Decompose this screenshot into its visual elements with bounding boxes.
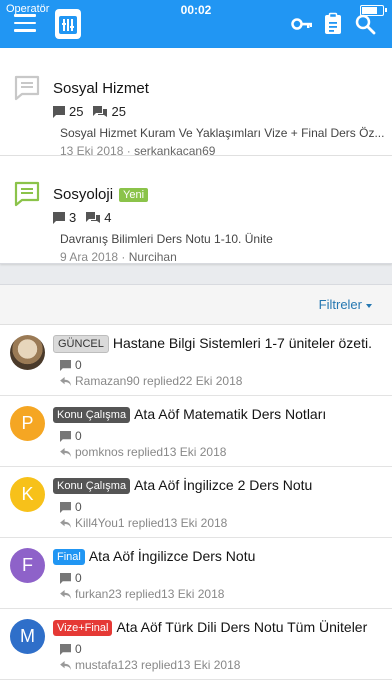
last-thread-title[interactable]: Sosyal Hizmet Kuram Ve Yaklaşımları Vize… — [60, 126, 385, 140]
last-reply: pomknos replied13 Eki 2018 — [60, 445, 226, 459]
thread-title-text[interactable]: Ata Aöf Türk Dili Ders Notu Tüm Üniteler — [116, 619, 367, 635]
reply-count-value: 0 — [75, 500, 82, 514]
reply-arrow-icon — [60, 518, 71, 528]
thread-title-text[interactable]: Hastane Bilgi Sistemleri 1-7 üniteler öz… — [113, 335, 372, 351]
avatar[interactable]: M — [10, 619, 45, 654]
avatar[interactable]: P — [10, 406, 45, 441]
last-reply: mustafa123 replied13 Eki 2018 — [60, 658, 240, 672]
last-reply: Ramazan90 replied22 Eki 2018 — [60, 374, 242, 388]
new-badge: Yeni — [119, 187, 149, 202]
discussion-count: 3 — [69, 210, 77, 225]
thread-row[interactable]: P Konu Çalışma Ata Aöf Matematik Ders Notl… — [0, 396, 392, 467]
last-reply-text[interactable]: pomknos replied13 Eki 2018 — [75, 445, 226, 459]
last-post-user[interactable]: Nurcihan — [129, 250, 177, 264]
thread-title[interactable]: Vize+Final Ata Aöf Türk Dili Ders Notu Tü… — [53, 619, 388, 636]
thread-title-text[interactable]: Ata Aöf Matematik Ders Notları — [134, 406, 326, 422]
forum-unread-icon — [13, 180, 41, 213]
clipboard-icon[interactable] — [321, 12, 345, 36]
message-count: 4 — [104, 210, 112, 225]
last-reply: furkan23 replied13 Eki 2018 — [60, 587, 224, 601]
filter-bar: Filtreler — [0, 285, 392, 325]
messages-icon — [86, 211, 101, 223]
thread-prefix-badge: Konu Çalışma — [53, 478, 131, 494]
reply-count: 0 — [60, 571, 82, 585]
app-logo-icon[interactable] — [55, 9, 81, 39]
reply-arrow-icon — [60, 376, 71, 386]
forum-node-sosyal-hizmet[interactable]: Sosyal Hizmet 25 25 Sosyal Hizmet Kuram … — [0, 56, 392, 158]
key-icon[interactable] — [290, 12, 314, 36]
thread-prefix-badge: Vize+Final — [53, 620, 113, 636]
comment-icon — [60, 501, 71, 513]
thread-list-panel: Filtreler GÜNCEL Hastane Bilgi Sistemleri… — [0, 284, 392, 696]
search-icon[interactable] — [353, 12, 377, 36]
last-post-meta: 13 Eki 2018 · serkankacan69 — [60, 144, 216, 158]
forum-nodes-panel: Sosyal Hizmet 25 25 Sosyal Hizmet Kuram … — [0, 48, 392, 264]
message-count: 25 — [111, 104, 126, 119]
node-title-row: Sosyoloji Yeni — [53, 186, 149, 203]
filters-button[interactable]: Filtreler — [319, 297, 372, 312]
comment-icon — [60, 643, 71, 655]
thread-title-text[interactable]: Ata Aöf İngilizce 2 Ders Notu — [134, 477, 312, 493]
last-reply-text[interactable]: furkan23 replied13 Eki 2018 — [75, 587, 224, 601]
thread-prefix-badge: GÜNCEL — [53, 335, 109, 353]
reply-count-value: 0 — [75, 429, 82, 443]
last-reply: Kill4You1 replied13 Eki 2018 — [60, 516, 227, 530]
reply-count: 0 — [60, 358, 82, 372]
reply-count: 0 — [60, 500, 82, 514]
thread-title-text[interactable]: Ata Aöf İngilizce Ders Notu — [89, 548, 256, 564]
reply-count-value: 0 — [75, 358, 82, 372]
menu-icon[interactable] — [14, 14, 36, 32]
reply-count-value: 0 — [75, 571, 82, 585]
forum-node-sosyoloji[interactable]: Sosyoloji Yeni 3 4 Davranış Bilimleri De… — [0, 162, 392, 264]
thread-row[interactable]: K Konu Çalışma Ata Aöf İngilizce 2 Ders No… — [0, 467, 392, 538]
last-reply-text[interactable]: Kill4You1 replied13 Eki 2018 — [75, 516, 227, 530]
last-thread-title[interactable]: Davranış Bilimleri Ders Notu 1-10. Ünite — [60, 232, 385, 246]
comment-icon — [60, 572, 71, 584]
avatar[interactable]: F — [10, 548, 45, 583]
last-post-meta: 9 Ara 2018 · Nurcihan — [60, 250, 177, 264]
reply-count: 0 — [60, 642, 82, 656]
thread-prefix-badge: Final — [53, 549, 85, 565]
comment-icon — [60, 430, 71, 442]
avatar[interactable] — [10, 335, 45, 370]
last-post-date: 13 Eki 2018 — [60, 144, 124, 158]
thread-row[interactable]: F Final Ata Aöf İngilizce Ders Notu 0 furkan… — [0, 538, 392, 609]
thread-row[interactable]: M Vize+Final Ata Aöf Türk Dili Ders Notu T… — [0, 609, 392, 680]
thread-row[interactable]: GÜNCEL Hastane Bilgi Sistemleri 1-7 ünite… — [0, 325, 392, 396]
reply-arrow-icon — [60, 660, 71, 670]
discussion-count: 25 — [69, 104, 84, 119]
thread-title[interactable]: Konu Çalışma Ata Aöf İngilizce 2 Ders Not… — [53, 477, 388, 494]
comment-icon — [60, 359, 71, 371]
reply-arrow-icon — [60, 447, 71, 457]
node-title[interactable]: Sosyoloji — [53, 186, 113, 203]
node-stats: 3 4 — [53, 210, 111, 225]
reply-count-value: 0 — [75, 642, 82, 656]
avatar[interactable]: K — [10, 477, 45, 512]
reply-arrow-icon — [60, 589, 71, 599]
thread-prefix-badge: Konu Çalışma — [53, 407, 131, 423]
reply-count: 0 — [60, 429, 82, 443]
last-post-user[interactable]: serkankacan69 — [134, 144, 215, 158]
forum-read-icon — [13, 74, 41, 107]
thread-title[interactable]: GÜNCEL Hastane Bilgi Sistemleri 1-7 ünite… — [53, 335, 388, 353]
messages-icon — [93, 105, 108, 117]
last-reply-text[interactable]: Ramazan90 replied22 Eki 2018 — [75, 374, 242, 388]
discussions-icon — [53, 211, 65, 224]
last-post-date: 9 Ara 2018 — [60, 250, 119, 264]
node-title[interactable]: Sosyal Hizmet — [53, 80, 149, 97]
thread-title[interactable]: Final Ata Aöf İngilizce Ders Notu — [53, 548, 388, 565]
node-stats: 25 25 — [53, 104, 126, 119]
thread-title[interactable]: Konu Çalışma Ata Aöf Matematik Ders Notla… — [53, 406, 388, 423]
app-header: Operatör 00:02 — [0, 0, 392, 48]
discussions-icon — [53, 105, 65, 118]
last-reply-text[interactable]: mustafa123 replied13 Eki 2018 — [75, 658, 240, 672]
